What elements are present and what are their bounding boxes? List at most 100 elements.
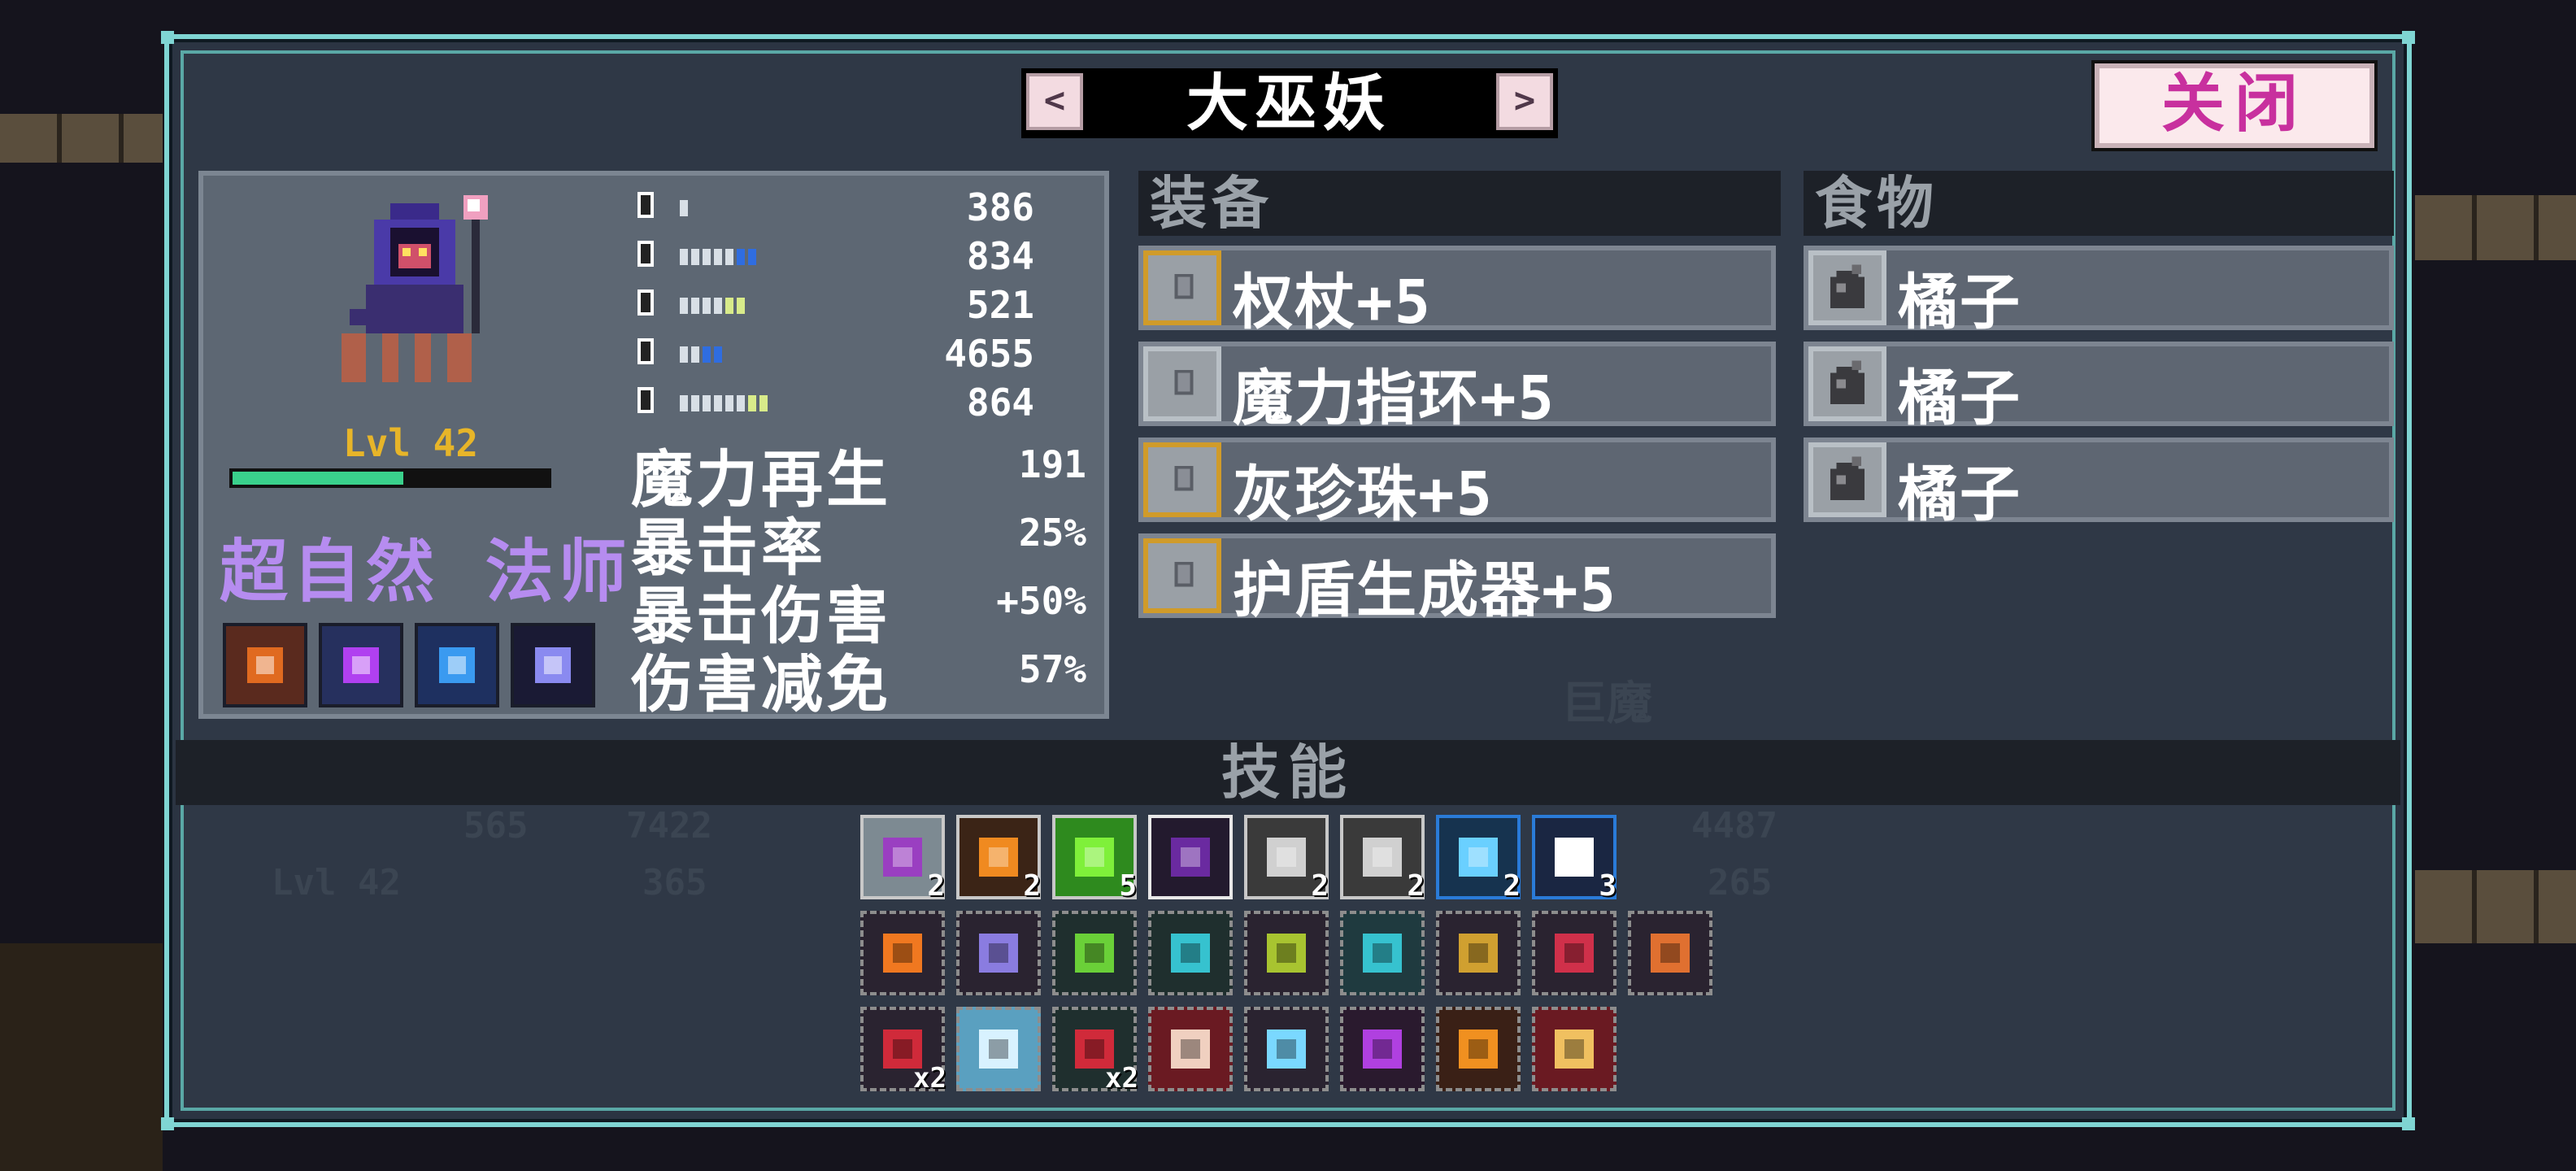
ghost-skull-icon[interactable] [956, 911, 1041, 995]
pearl-icon [1143, 442, 1221, 517]
drumstick-icon[interactable] [1628, 911, 1712, 995]
character-title: 大巫妖 [1186, 67, 1391, 139]
red-dots-icon[interactable] [1532, 911, 1617, 995]
stat-value: 191 [1018, 442, 1086, 486]
stat-line: 暴击率 25% [631, 498, 1086, 584]
food-slot[interactable]: 橘子 [1804, 342, 2394, 433]
cyan-ring-icon[interactable] [1148, 911, 1233, 995]
water-drop-shield-icon[interactable] [415, 623, 499, 707]
shielded-orb-icon[interactable] [1340, 911, 1425, 995]
ghost-label: 4487 [1691, 805, 1778, 847]
food-label: 橘子 [1898, 363, 2021, 433]
stat-pip [703, 395, 711, 411]
shield-icon [628, 286, 664, 322]
stat-pip [714, 249, 722, 265]
stat-pip [680, 200, 688, 216]
stat-value: 864 [966, 381, 1034, 424]
crescent-moon-icon[interactable] [511, 623, 595, 707]
stat-value: 57% [1018, 647, 1086, 691]
skill-count: 5 [1119, 869, 1137, 903]
stat-value: 834 [966, 234, 1034, 278]
skill-count: 2 [1407, 869, 1425, 903]
xp-bar-fill [233, 472, 403, 485]
stat-pip [680, 298, 688, 314]
orange-icon [1808, 442, 1886, 517]
staff-boost-icon[interactable] [223, 623, 307, 707]
stat-pip [714, 298, 722, 314]
stat-pip [703, 298, 711, 314]
food-label: 橘子 [1898, 459, 2021, 529]
cracked-bone-icon[interactable] [1148, 1007, 1233, 1091]
xp-bar [229, 468, 551, 488]
stat-pip [691, 298, 699, 314]
ghost-label: 365 [642, 862, 707, 903]
green-blast-icon[interactable]: 5 [1052, 815, 1137, 903]
stat-row: 521 [628, 283, 1034, 327]
equipment-slot[interactable]: 护盾生成器+5 [1138, 533, 1776, 625]
skill-count: 3 [1599, 869, 1617, 903]
poison-flask-icon[interactable]: 2 [860, 815, 945, 903]
ghost-label: 7422 [626, 805, 712, 847]
blue-skull-icon[interactable] [1244, 1007, 1329, 1091]
fire-skull-icon[interactable]: x2 [1052, 1007, 1138, 1095]
stat-value: 4655 [944, 332, 1034, 376]
skills-header: 技能 [176, 740, 2400, 805]
skill-count: 2 [1023, 869, 1041, 903]
equipment-slot[interactable]: 灰珍珠+5 [1138, 437, 1776, 529]
dark-orb-icon[interactable] [1148, 815, 1233, 899]
stat-pip [680, 346, 688, 363]
potion-icon [628, 384, 664, 420]
fire-target-icon[interactable]: 2 [956, 815, 1041, 903]
ring-icon [1143, 346, 1221, 421]
stat-line: 伤害减免 57% [631, 634, 1086, 720]
wand-icon [628, 237, 664, 273]
stat-value: 386 [966, 185, 1034, 229]
speed-boot-icon[interactable] [1436, 911, 1521, 995]
fire-bat-icon[interactable] [860, 911, 945, 995]
stat-pip [691, 346, 699, 363]
character-level: Lvl 42 [342, 421, 479, 465]
frame-corner [2402, 31, 2415, 44]
close-button[interactable]: 关闭 [2095, 63, 2374, 148]
stat-label: 伤害减免 [631, 648, 891, 720]
bone-plus-icon[interactable] [1532, 1007, 1617, 1091]
green-ring-icon[interactable] [1052, 911, 1137, 995]
equipment-slot[interactable]: 魔力指环+5 [1138, 342, 1776, 433]
stat-row: 386 [628, 185, 1034, 229]
whirlwind-icon[interactable]: 2 [1244, 815, 1329, 903]
stat-bar [680, 346, 722, 363]
equipment-slot[interactable]: 权杖+5 [1138, 246, 1776, 337]
food-label: 橘子 [1898, 268, 2021, 337]
food-slot[interactable]: 橘子 [1804, 246, 2394, 337]
stat-value: 521 [966, 283, 1034, 327]
food-slot[interactable]: 橘子 [1804, 437, 2394, 529]
blood-drop-icon[interactable]: x2 [860, 1007, 946, 1095]
fire-explosion-icon[interactable] [1436, 1007, 1521, 1091]
whirlwind-icon[interactable]: 2 [1340, 815, 1425, 903]
floor-left [0, 943, 163, 1171]
purple-heart-icon[interactable] [1340, 1007, 1425, 1091]
stat-pip [748, 395, 756, 411]
icicle-icon[interactable] [956, 1007, 1041, 1091]
stat-line: 魔力再生 191 [631, 429, 1086, 516]
stat-pip [680, 395, 688, 411]
ice-comet-icon[interactable]: 2 [1436, 815, 1521, 903]
stat-pip [691, 249, 699, 265]
passive-count: x2 [1105, 1062, 1138, 1095]
stat-value: 25% [1018, 511, 1086, 555]
skill-count: 2 [927, 869, 945, 903]
star-rain-icon[interactable]: 3 [1532, 815, 1617, 903]
frame-corner [161, 1117, 174, 1130]
clover-icon[interactable] [1244, 911, 1329, 995]
ghost-label: 巨魔 [1561, 677, 1652, 730]
purple-orb-shield-icon[interactable] [319, 623, 403, 707]
character-class: 超自然 法师 [220, 532, 632, 612]
skill-count: 2 [1503, 869, 1521, 903]
prev-character-button[interactable]: < [1026, 73, 1083, 130]
passive-count: x2 [913, 1062, 946, 1095]
wall-bricks-right [2415, 195, 2576, 260]
stat-bar [680, 200, 688, 216]
stat-pip [737, 249, 745, 265]
stat-value: +50% [996, 579, 1086, 623]
next-character-button[interactable]: > [1496, 73, 1553, 130]
